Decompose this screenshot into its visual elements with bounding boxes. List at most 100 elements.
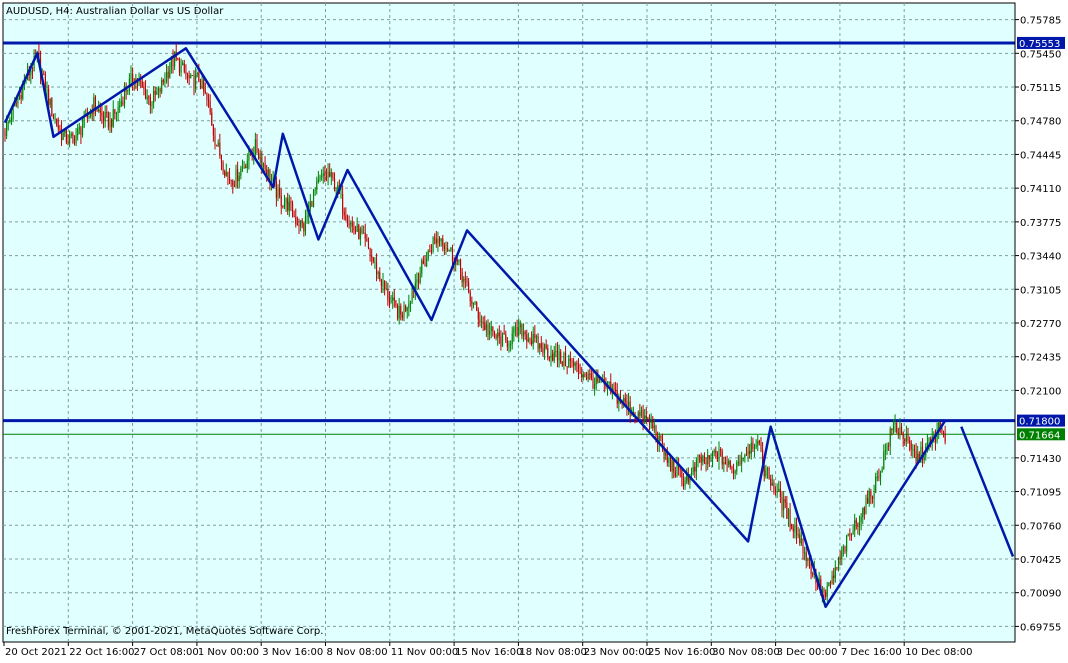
candle-body — [652, 419, 654, 429]
candle-body — [409, 302, 412, 304]
x-tick-label: 3 Nov 16:00 — [262, 647, 323, 658]
candle-body — [233, 185, 235, 187]
candle-body — [403, 305, 405, 318]
candle-body — [107, 112, 109, 128]
candle-body — [794, 525, 796, 532]
candle-body — [665, 452, 667, 456]
candle-body — [204, 90, 206, 93]
candle-body — [199, 81, 202, 89]
candle-body — [825, 592, 827, 597]
candle-body — [552, 353, 554, 361]
candle-body — [279, 188, 281, 196]
candle-body — [6, 123, 8, 136]
candle-body — [291, 203, 294, 217]
candle-body — [690, 471, 693, 475]
candle-body — [405, 305, 407, 311]
candle-body — [792, 528, 794, 532]
candle-body — [295, 216, 297, 224]
candle-body — [479, 319, 481, 323]
candle-body — [280, 195, 282, 207]
candle-body — [497, 332, 499, 339]
candle-body — [387, 288, 389, 300]
candle-body — [354, 230, 357, 232]
candle-body — [894, 423, 896, 425]
candle-body — [480, 321, 483, 323]
candle-body — [203, 79, 205, 91]
candle-body — [317, 179, 319, 182]
candle-body — [804, 552, 806, 554]
candle-body — [366, 238, 368, 241]
candle-body — [396, 305, 399, 319]
candle-body — [254, 139, 256, 155]
candle-body — [472, 302, 475, 305]
candle-body — [871, 496, 874, 500]
candle-body — [812, 574, 814, 576]
candle-body — [458, 259, 460, 262]
candle-body — [235, 169, 237, 186]
x-tick-label: 10 Dec 08:00 — [905, 647, 972, 658]
candle-body — [442, 238, 444, 246]
candle-body — [417, 279, 420, 283]
candle-body — [183, 63, 185, 72]
candle-body — [264, 163, 266, 170]
candle-body — [750, 442, 752, 454]
candle-body — [104, 112, 106, 122]
x-tick-label: 30 Nov 08:00 — [712, 647, 779, 658]
candle-body — [447, 248, 449, 251]
candle-body — [786, 502, 788, 519]
candle-body — [889, 428, 891, 447]
candle-body — [300, 220, 302, 227]
chart-window[interactable]: 0.75553 0.71800 0.71664 0.75785 0.75450 0.75… — [0, 0, 1068, 663]
candle-body — [498, 332, 500, 337]
y-tick-label: 0.73440 — [1020, 252, 1061, 263]
candle-body — [372, 257, 374, 262]
candle-body — [275, 181, 277, 198]
candle-body — [30, 71, 32, 76]
candle-body — [340, 193, 342, 195]
candle-body — [421, 260, 423, 274]
candle-body — [217, 142, 219, 146]
candle-body — [760, 442, 762, 450]
candle-body — [842, 546, 844, 551]
candle-body — [288, 201, 290, 211]
candle-body — [765, 470, 767, 477]
candle-body — [736, 462, 738, 472]
candle-body — [884, 450, 886, 452]
candle-body — [577, 364, 580, 373]
candle-body — [789, 509, 791, 524]
candle-body — [330, 172, 332, 177]
candle-body — [468, 282, 470, 292]
candle-body — [411, 290, 413, 303]
candle-body — [576, 362, 578, 365]
candle-body — [426, 258, 428, 267]
candle-body — [119, 105, 121, 108]
candle-body — [784, 498, 786, 503]
candle-body — [568, 358, 570, 368]
candle-body — [863, 507, 865, 515]
y-tick-label: 0.73775 — [1020, 218, 1061, 229]
candle-body — [306, 215, 308, 218]
candle-body — [245, 166, 247, 169]
candle-body — [400, 306, 402, 315]
candle-body — [737, 462, 739, 464]
candle-body — [380, 279, 382, 287]
candle-body — [238, 176, 240, 182]
candle-body — [716, 453, 718, 462]
x-tick-label: 15 Nov 16:00 — [455, 647, 522, 658]
price-chart[interactable]: 0.75553 0.71800 0.71664 0.75785 0.75450 0.75… — [0, 0, 1068, 663]
candle-body — [51, 98, 53, 117]
candle-body — [487, 324, 489, 335]
candle-body — [886, 445, 888, 451]
candle-body — [858, 521, 861, 528]
candle-body — [384, 280, 386, 290]
x-tick-label: 23 Nov 00:00 — [584, 647, 651, 658]
candle-body — [676, 465, 678, 477]
candle-body — [545, 344, 547, 349]
candle-body — [913, 449, 916, 451]
candle-body — [388, 299, 391, 303]
candle-body — [771, 482, 773, 486]
candle-body — [164, 81, 166, 83]
candle-body — [697, 454, 699, 461]
candle-body — [753, 446, 756, 449]
candle-body — [550, 353, 552, 359]
